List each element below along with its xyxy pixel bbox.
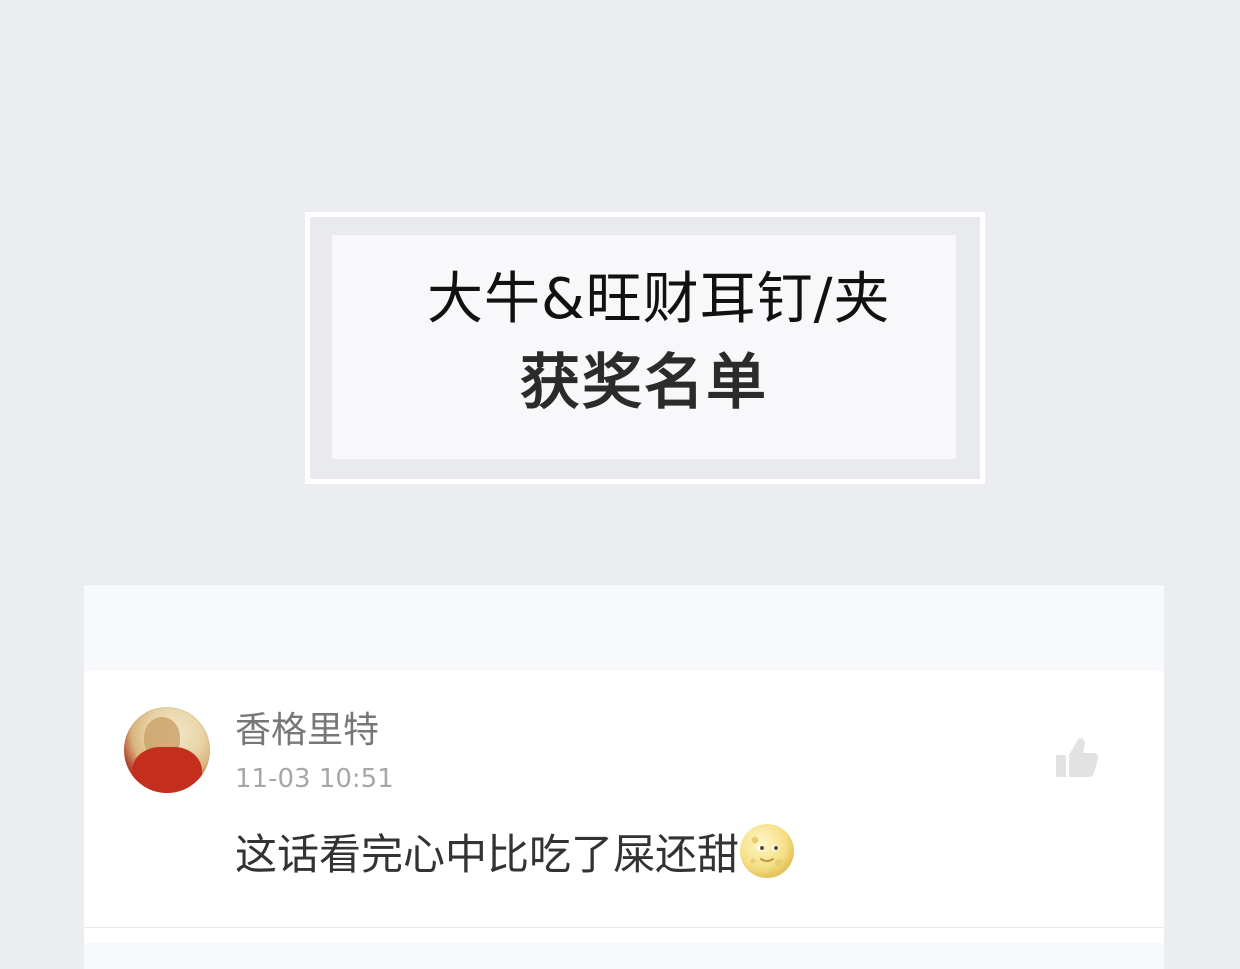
avatar[interactable] xyxy=(124,707,210,793)
comment-item: 香格里特 11-03 10:51 这话看完心中比吃了屎还甜 xyxy=(84,671,1164,927)
banner-title: 大牛&旺财耳钉/夹 xyxy=(427,267,891,332)
comment-timestamp: 11-03 10:51 xyxy=(235,764,394,794)
title-banner-inner: 大牛&旺财耳钉/夹 获奖名单 xyxy=(332,235,956,459)
full-moon-face-emoji-icon xyxy=(740,824,795,878)
page: 大牛&旺财耳钉/夹 获奖名单 香格里特 11-03 10:51 这话看完心中比吃… xyxy=(0,0,1240,969)
divider xyxy=(84,927,1164,928)
comment-text: 这话看完心中比吃了屎还甜 xyxy=(235,823,795,883)
comment-card: 香格里特 11-03 10:51 这话看完心中比吃了屎还甜 xyxy=(84,585,1164,969)
avatar-dress xyxy=(132,747,202,793)
thumbs-up-icon[interactable] xyxy=(1052,735,1100,781)
title-banner: 大牛&旺财耳钉/夹 获奖名单 xyxy=(305,212,985,484)
card-top-band xyxy=(84,585,1164,671)
comment-username[interactable]: 香格里特 xyxy=(235,709,379,753)
banner-subtitle: 获奖名单 xyxy=(520,348,768,418)
comment-text-content: 这话看完心中比吃了屎还甜 xyxy=(235,830,740,879)
card-bottom-band xyxy=(84,943,1164,969)
